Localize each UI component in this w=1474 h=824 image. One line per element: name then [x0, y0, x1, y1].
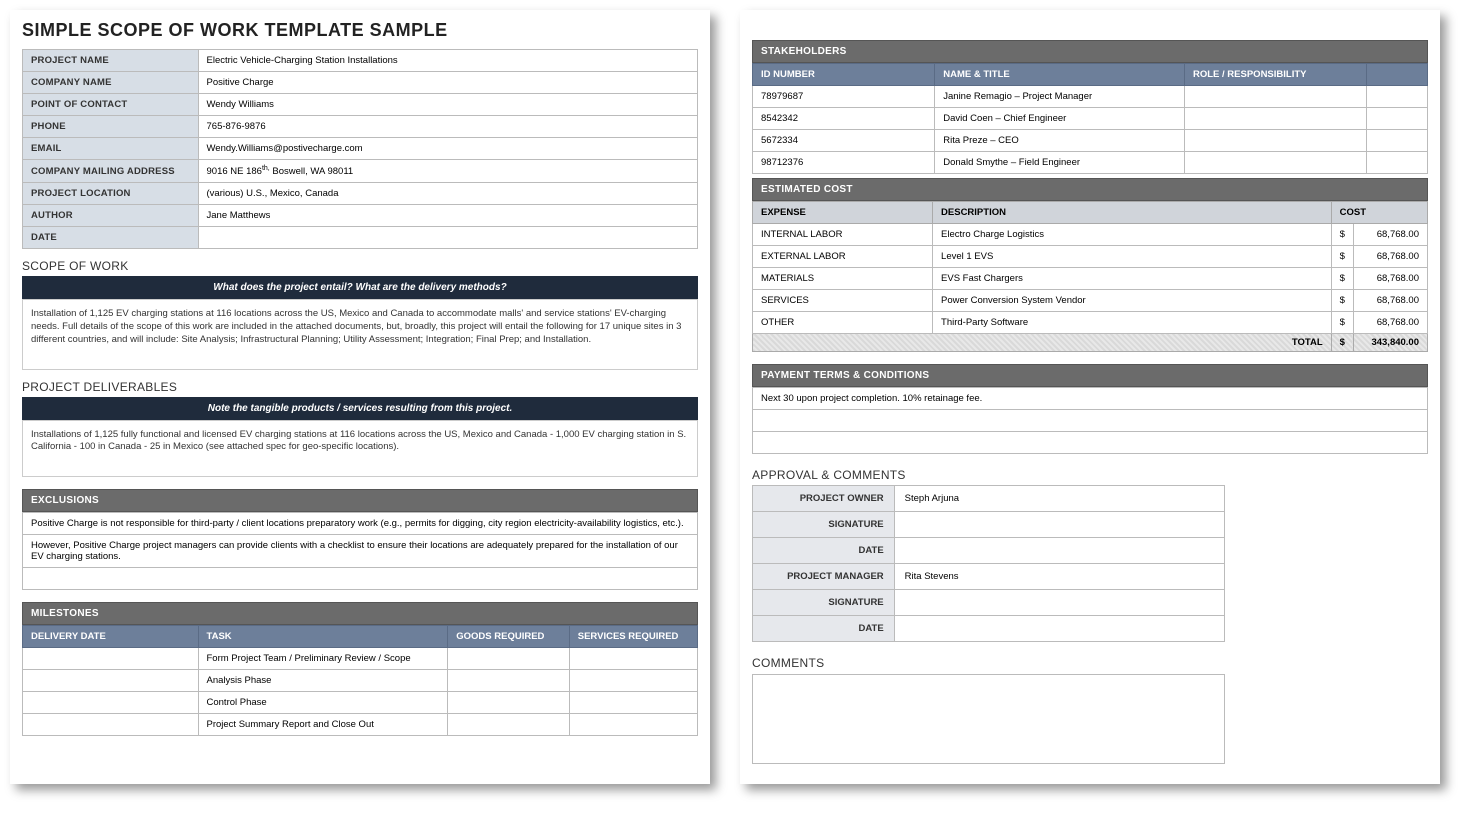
deliverables-prompt: Note the tangible products / services re… — [22, 397, 698, 420]
stakeholder-row: 78979687Janine Remagio – Project Manager — [753, 86, 1428, 108]
payment-heading: PAYMENT TERMS & CONDITIONS — [752, 364, 1428, 387]
col-description: DESCRIPTION — [933, 202, 1332, 224]
payment-table: Next 30 upon project completion. 10% ret… — [752, 387, 1428, 454]
col-delivery-date: DELIVERY DATE — [23, 626, 199, 648]
payment-text: Next 30 upon project completion. 10% ret… — [753, 388, 1428, 410]
label-author: AUTHOR — [23, 205, 199, 227]
col-id: ID NUMBER — [753, 64, 935, 86]
label-project-owner: PROJECT OWNER — [753, 486, 895, 512]
label-company-name: COMPANY NAME — [23, 72, 199, 94]
label-project-name: PROJECT NAME — [23, 50, 199, 72]
col-blank — [1367, 64, 1428, 86]
comments-box — [752, 674, 1225, 764]
label-date-1: DATE — [753, 538, 895, 564]
value-author: Jane Matthews — [198, 205, 698, 227]
scope-text: Installation of 1,125 EV charging statio… — [22, 299, 698, 369]
exclusions-heading: EXCLUSIONS — [22, 489, 698, 512]
cost-total-row: TOTAL$343,840.00 — [753, 334, 1428, 352]
label-phone: PHONE — [23, 116, 199, 138]
exclusions-row-2: However, Positive Charge project manager… — [23, 535, 698, 568]
total-label: TOTAL — [753, 334, 1332, 352]
cost-heading: ESTIMATED COST — [752, 178, 1428, 201]
stakeholders-heading: STAKEHOLDERS — [752, 40, 1428, 63]
label-poc: POINT OF CONTACT — [23, 94, 199, 116]
scope-prompt: What does the project entail? What are t… — [22, 276, 698, 299]
milestones-heading: MILESTONES — [22, 602, 698, 625]
milestones-table: DELIVERY DATE TASK GOODS REQUIRED SERVIC… — [22, 625, 698, 736]
value-project-location: (various) U.S., Mexico, Canada — [198, 183, 698, 205]
page-left: SIMPLE SCOPE OF WORK TEMPLATE SAMPLE PRO… — [10, 10, 710, 784]
label-signature-2: SIGNATURE — [753, 590, 895, 616]
exclusions-row-empty — [23, 568, 698, 590]
milestone-row: Project Summary Report and Close Out — [23, 714, 698, 736]
col-services: SERVICES REQUIRED — [569, 626, 697, 648]
cost-row: OTHERThird-Party Software$68,768.00 — [753, 312, 1428, 334]
label-mailing-address: COMPANY MAILING ADDRESS — [23, 160, 199, 183]
value-email: Wendy.Williams@postivecharge.com — [198, 138, 698, 160]
stakeholder-row: 5672334Rita Preze – CEO — [753, 130, 1428, 152]
stakeholder-row: 8542342David Coen – Chief Engineer — [753, 108, 1428, 130]
value-company-name: Positive Charge — [198, 72, 698, 94]
project-info-table: PROJECT NAMEElectric Vehicle-Charging St… — [22, 49, 698, 249]
milestone-row: Control Phase — [23, 692, 698, 714]
value-project-owner: Steph Arjuna — [894, 486, 1225, 512]
col-expense: EXPENSE — [753, 202, 933, 224]
col-name-title: NAME & TITLE — [935, 64, 1185, 86]
col-task: TASK — [198, 626, 448, 648]
page-right: STAKEHOLDERS ID NUMBER NAME & TITLE ROLE… — [740, 10, 1440, 784]
approval-table: PROJECT OWNERSteph Arjuna SIGNATURE DATE… — [752, 485, 1225, 642]
scope-heading: SCOPE OF WORK — [22, 259, 698, 273]
cost-table: EXPENSE DESCRIPTION COST INTERNAL LABORE… — [752, 201, 1428, 352]
cost-row: INTERNAL LABORElectro Charge Logistics$6… — [753, 224, 1428, 246]
value-phone: 765-876-9876 — [198, 116, 698, 138]
cost-row: SERVICESPower Conversion System Vendor$6… — [753, 290, 1428, 312]
label-project-manager: PROJECT MANAGER — [753, 564, 895, 590]
approval-heading: APPROVAL & COMMENTS — [752, 468, 1428, 482]
label-project-location: PROJECT LOCATION — [23, 183, 199, 205]
milestone-row: Analysis Phase — [23, 670, 698, 692]
deliverables-heading: PROJECT DELIVERABLES — [22, 380, 698, 394]
value-date — [198, 227, 698, 249]
col-cost: COST — [1331, 202, 1427, 224]
comments-heading: COMMENTS — [752, 656, 1428, 670]
col-goods: GOODS REQUIRED — [448, 626, 570, 648]
stakeholders-table: ID NUMBER NAME & TITLE ROLE / RESPONSIBI… — [752, 63, 1428, 174]
document-title: SIMPLE SCOPE OF WORK TEMPLATE SAMPLE — [22, 20, 698, 41]
value-project-manager: Rita Stevens — [894, 564, 1225, 590]
value-poc: Wendy Williams — [198, 94, 698, 116]
exclusions-table: Positive Charge is not responsible for t… — [22, 512, 698, 590]
value-project-name: Electric Vehicle-Charging Station Instal… — [198, 50, 698, 72]
cost-row: EXTERNAL LABORLevel 1 EVS$68,768.00 — [753, 246, 1428, 268]
col-role: ROLE / RESPONSIBILITY — [1185, 64, 1367, 86]
stakeholder-row: 98712376Donald Smythe – Field Engineer — [753, 152, 1428, 174]
milestone-row: Form Project Team / Preliminary Review /… — [23, 648, 698, 670]
cost-row: MATERIALSEVS Fast Chargers$68,768.00 — [753, 268, 1428, 290]
value-mailing-address: 9016 NE 186th, Boswell, WA 98011 — [198, 160, 698, 183]
label-signature-1: SIGNATURE — [753, 512, 895, 538]
deliverables-text: Installations of 1,125 fully functional … — [22, 420, 698, 478]
label-date: DATE — [23, 227, 199, 249]
exclusions-row-1: Positive Charge is not responsible for t… — [23, 513, 698, 535]
label-date-2: DATE — [753, 616, 895, 642]
total-value: 343,840.00 — [1353, 334, 1427, 352]
label-email: EMAIL — [23, 138, 199, 160]
